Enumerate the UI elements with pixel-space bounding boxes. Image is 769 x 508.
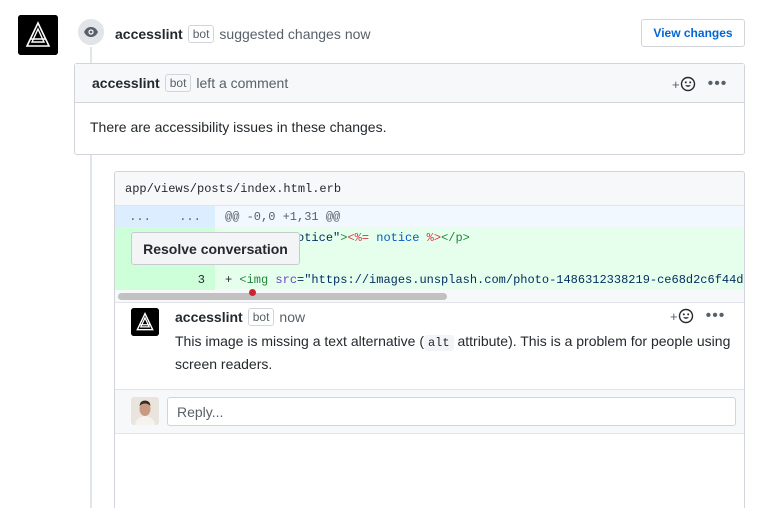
reply-area: Reply...: [115, 390, 744, 434]
horizontal-scrollbar[interactable]: [115, 290, 744, 303]
bot-label: bot: [164, 74, 192, 92]
file-path[interactable]: app/views/posts/index.html.erb: [115, 172, 744, 206]
a11y-error-marker[interactable]: [249, 289, 256, 296]
eye-icon: [84, 27, 98, 37]
comment-actions: + •••: [672, 76, 727, 92]
reply-input[interactable]: Reply...: [167, 397, 736, 426]
diff-prefix: +: [225, 272, 240, 287]
review-action-text: suggested changes: [219, 26, 341, 42]
inline-review-comment: accesslint bot now + ••• This image is m…: [115, 303, 744, 390]
comment-menu-icon[interactable]: •••: [708, 76, 728, 92]
hunk-row: ... ... @@ -0,0 +1,31 @@: [115, 206, 744, 227]
plus-symbol: +: [672, 76, 680, 92]
review-time[interactable]: now: [345, 26, 371, 42]
code-token: notice: [369, 230, 427, 245]
code-token: ="https://images.unsplash.com/photo-1486…: [297, 272, 744, 287]
add-reaction-button[interactable]: +: [670, 308, 694, 324]
summary-comment-body: There are accessibility issues in these …: [90, 119, 387, 135]
hunk-header: @@ -0,0 +1,31 @@: [215, 206, 744, 227]
diff-line: 3 + <img src ="https://images.unsplash.com…: [115, 269, 744, 290]
accesslint-logo-icon: [18, 15, 58, 55]
comment-action-text: left a comment: [196, 75, 289, 91]
comment-time[interactable]: now: [279, 309, 305, 325]
diff-code: + <img src ="https://images.unsplash.com/…: [215, 269, 744, 290]
summary-comment-header: accesslint bot left a comment: [75, 64, 744, 103]
comment-author-link[interactable]: accesslint: [175, 309, 243, 325]
inline-comment-text-start: This image is missing a text alternative…: [175, 333, 424, 349]
review-thread: app/views/posts/index.html.erb ... ... @…: [114, 171, 745, 508]
inline-comment-actions: + •••: [670, 308, 725, 324]
add-reaction-button[interactable]: +: [672, 76, 696, 92]
view-changes-button[interactable]: View changes: [641, 19, 745, 47]
resolve-conversation-button[interactable]: Resolve conversation: [131, 232, 300, 265]
comment-author-link[interactable]: accesslint: [92, 75, 160, 91]
code-token: <%=: [347, 230, 370, 245]
plus-symbol: +: [670, 308, 678, 324]
code-token: </p>: [441, 230, 470, 245]
accesslint-avatar[interactable]: [18, 15, 58, 55]
comment-menu-icon[interactable]: •••: [706, 308, 726, 324]
accesslint-avatar[interactable]: [131, 308, 159, 336]
smiley-icon: [678, 308, 693, 324]
new-line-number[interactable]: 3: [165, 269, 215, 290]
review-eye-badge: [76, 17, 106, 47]
code-token: src: [275, 272, 298, 287]
code-token: %>: [426, 230, 442, 245]
inline-comment-body: This image is missing a text alternative…: [175, 331, 735, 375]
user-avatar[interactable]: [131, 397, 159, 425]
old-line-number[interactable]: [115, 269, 165, 290]
smiley-icon: [680, 76, 695, 92]
inline-comment-header: accesslint bot now: [175, 308, 305, 326]
scrollbar-thumb[interactable]: [118, 293, 447, 300]
summary-comment: accesslint bot left a comment + ••• Ther…: [74, 63, 745, 155]
review-author-link[interactable]: accesslint: [115, 26, 183, 42]
hunk-expand-left[interactable]: ...: [115, 206, 165, 227]
review-header: accesslint bot suggested changes now: [115, 25, 371, 43]
bot-label: bot: [247, 308, 275, 326]
code-token: >: [340, 230, 348, 245]
user-portrait-icon: [131, 397, 159, 425]
accesslint-logo-icon: [131, 308, 159, 336]
alt-code: alt: [423, 335, 454, 351]
hunk-expand-right[interactable]: ...: [165, 206, 215, 227]
bot-label: bot: [187, 25, 215, 43]
code-token: <img: [239, 272, 276, 287]
